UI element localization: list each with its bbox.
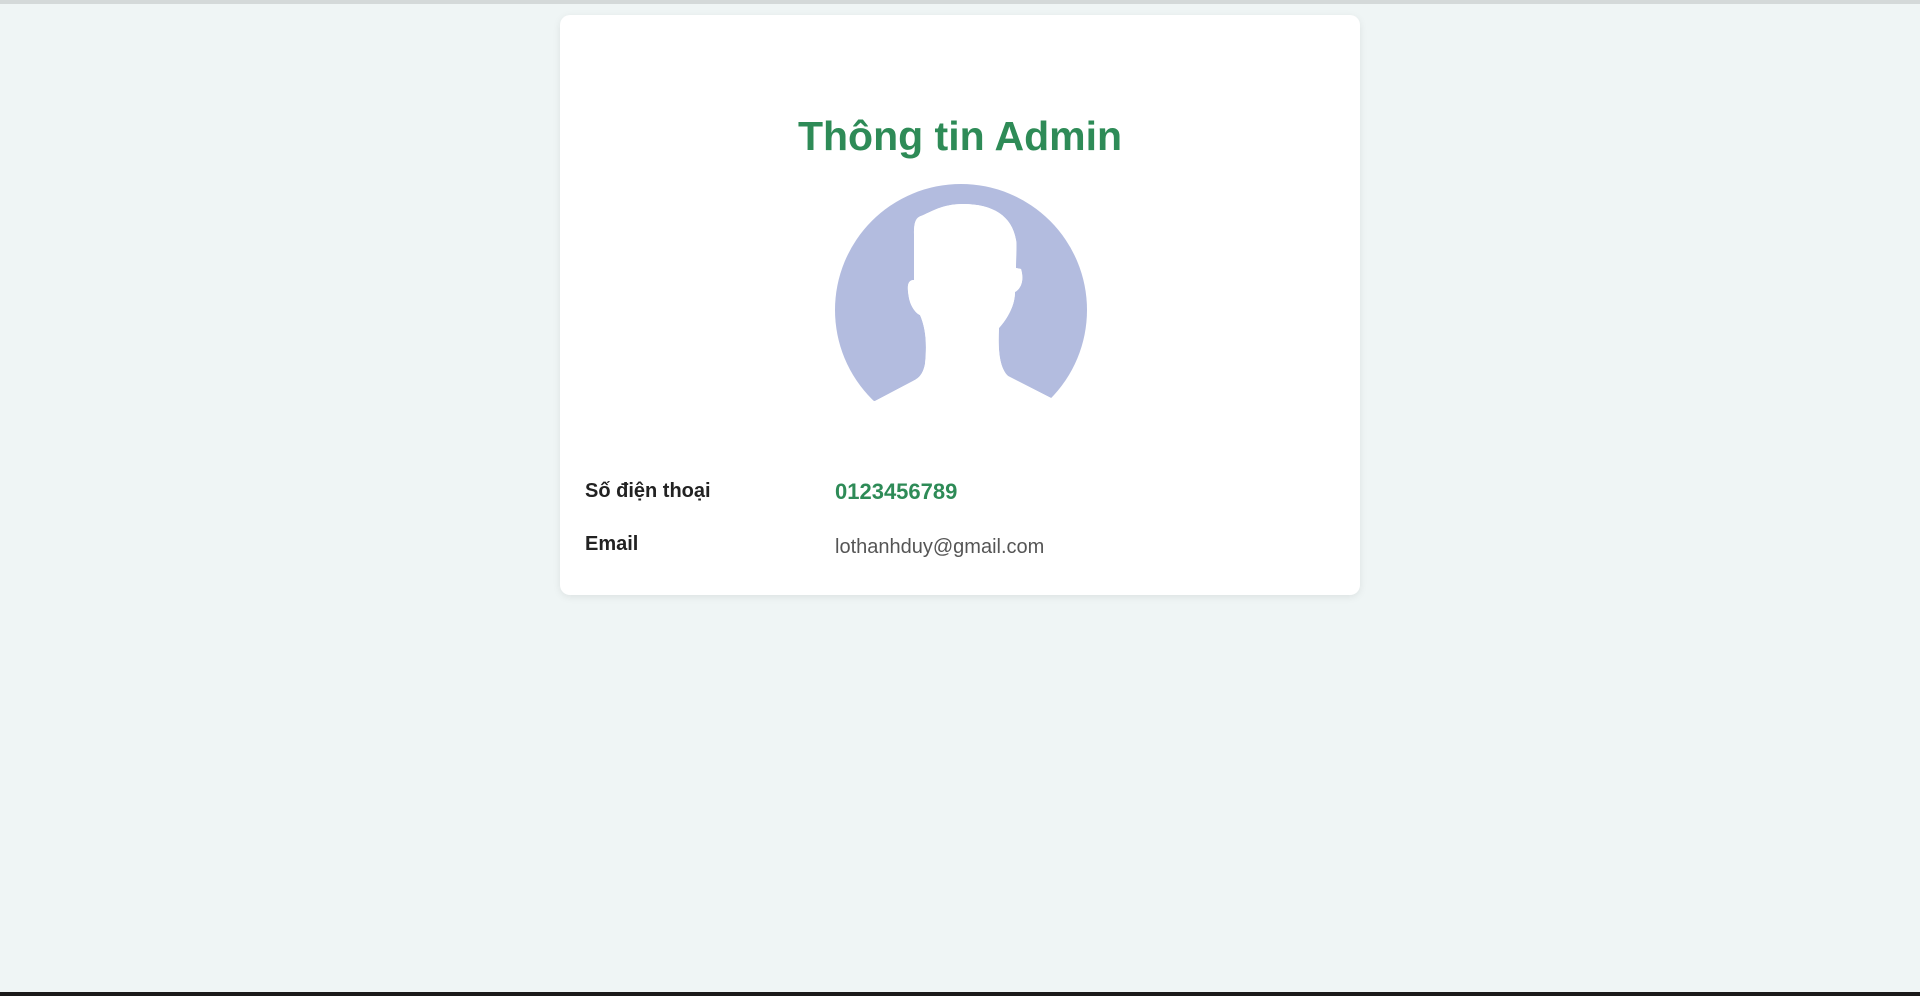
user-silhouette-icon: [835, 184, 1087, 436]
email-value: lothanhduy@gmail.com: [835, 536, 1045, 558]
top-divider: [0, 0, 1920, 4]
bottom-divider: [0, 992, 1920, 996]
phone-value: 0123456789: [835, 479, 958, 504]
admin-profile-card: Thông tin Admin Số điện thoại 0123456789…: [560, 15, 1360, 595]
email-label: Email: [585, 533, 639, 555]
phone-label: Số điện thoại: [585, 480, 711, 502]
page-title: Thông tin Admin: [797, 113, 1123, 159]
